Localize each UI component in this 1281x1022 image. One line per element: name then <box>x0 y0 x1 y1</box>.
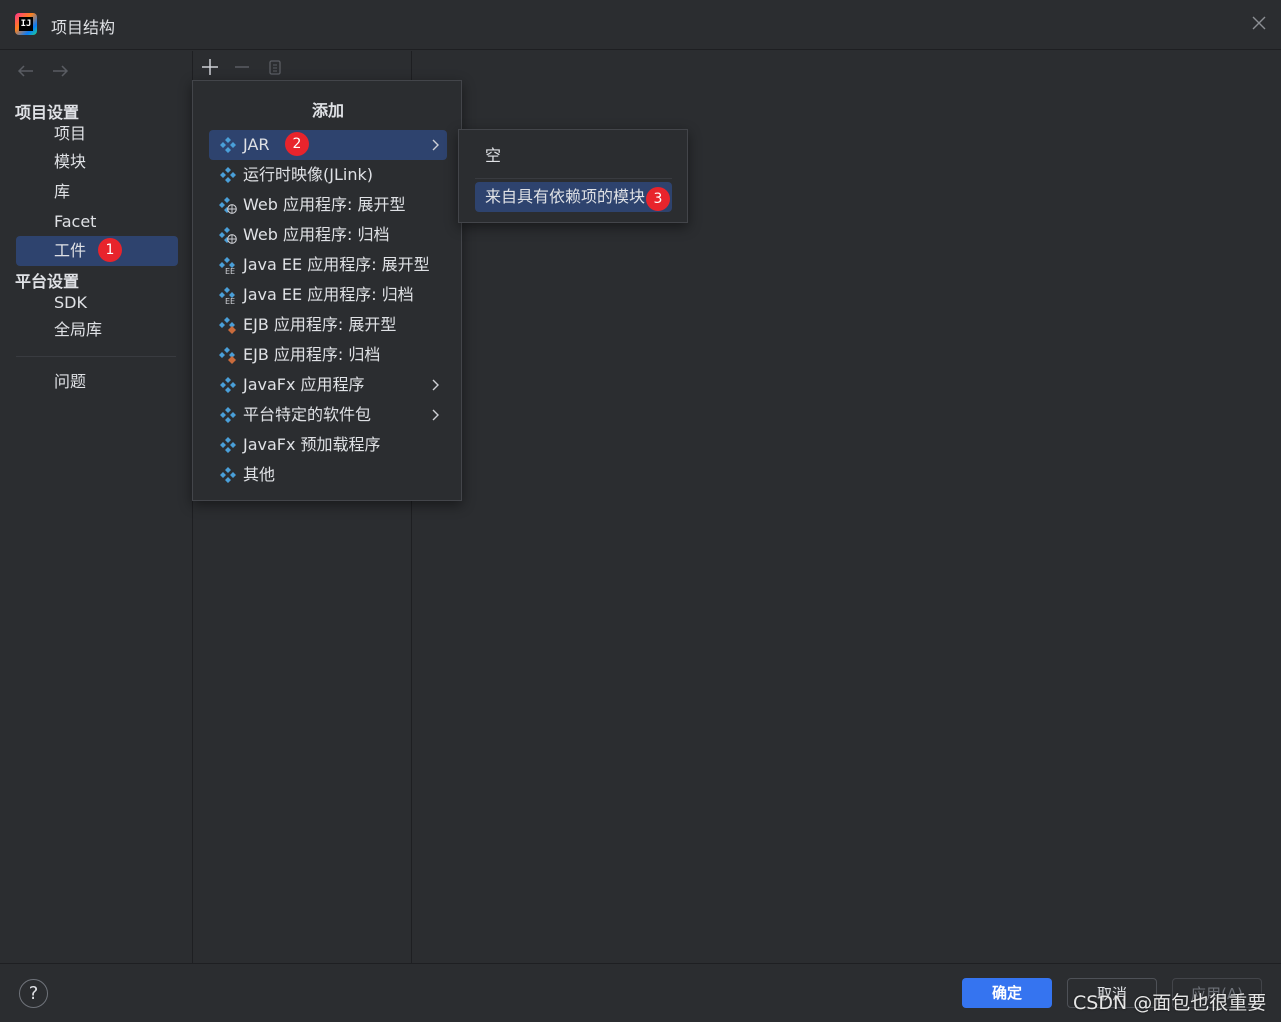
add-icon[interactable] <box>200 57 220 77</box>
window-title: 项目结构 <box>51 18 116 37</box>
diamond-icon <box>220 167 236 183</box>
forward-arrow-icon[interactable] <box>50 61 70 81</box>
menu-item-label: Java EE 应用程序: 展开型 <box>243 255 430 274</box>
diamond-icon <box>220 467 236 483</box>
menu-item-javafx-app[interactable]: JavaFx 应用程序 <box>209 370 447 400</box>
menu-item-javafx-preloader[interactable]: JavaFx 预加载程序 <box>209 430 447 460</box>
sidebar-item-label: SDK <box>54 293 87 312</box>
diamond-icon <box>220 377 236 393</box>
sidebar-item-label: 工件 <box>54 241 87 260</box>
sidebar-item-label: 模块 <box>54 152 87 171</box>
sidebar-item-artifacts[interactable]: 工件 1 <box>16 236 178 266</box>
chevron-right-icon <box>432 409 439 421</box>
menu-item-jlink[interactable]: 运行时映像(JLink) <box>209 160 447 190</box>
web-diamond-icon <box>219 227 237 244</box>
menu-item-label: 运行时映像(JLink) <box>243 165 373 184</box>
ok-button[interactable]: 确定 <box>962 978 1052 1008</box>
diamond-icon <box>220 407 236 423</box>
javaee-diamond-icon: EE <box>219 257 235 274</box>
submenu-separator <box>475 178 672 179</box>
sidebar-item-project[interactable]: 项目 <box>16 119 178 149</box>
menu-item-label: Java EE 应用程序: 归档 <box>243 285 414 304</box>
sidebar-item-problems[interactable]: 问题 <box>16 367 178 397</box>
step-badge: 2 <box>285 132 309 156</box>
chevron-right-icon <box>432 379 439 391</box>
help-button[interactable]: ? <box>19 979 48 1008</box>
popup-title: 添加 <box>311 101 344 120</box>
menu-item-label: Web 应用程序: 归档 <box>243 225 390 244</box>
menu-item-ejb-exploded[interactable]: EJB 应用程序: 展开型 <box>209 310 447 340</box>
menu-item-label: JavaFx 预加载程序 <box>243 435 381 454</box>
title-bar: IJ 项目结构 <box>0 0 1281 50</box>
sidebar-item-label: 问题 <box>54 372 87 391</box>
javaee-diamond-icon: EE <box>219 287 235 304</box>
submenu-item-from-modules[interactable]: 来自具有依赖项的模块 3 <box>475 182 672 212</box>
chevron-right-icon <box>432 139 439 151</box>
sidebar-item-facet[interactable]: Facet <box>16 207 178 237</box>
add-popup-menu: 添加 JAR 2 运行时映像(JLink) Web 应用程序: 展开型 Web … <box>192 80 462 501</box>
back-arrow-icon[interactable] <box>16 61 36 81</box>
sidebar: 项目设置 项目 模块 库 Facet 工件 1 平台设置 SDK 全局库 问题 <box>0 51 192 963</box>
watermark: CSDN @面包也很重要 <box>1073 992 1267 1014</box>
diamond-icon <box>220 437 236 453</box>
menu-item-label: EJB 应用程序: 归档 <box>243 345 381 364</box>
menu-item-label: Web 应用程序: 展开型 <box>243 195 406 214</box>
menu-item-platform-package[interactable]: 平台特定的软件包 <box>209 400 447 430</box>
menu-item-label: JavaFx 应用程序 <box>243 375 365 394</box>
submenu-item-label: 空 <box>485 146 502 165</box>
svg-text:EE: EE <box>225 297 235 304</box>
diamond-icon <box>220 137 236 153</box>
submenu-item-label: 来自具有依赖项的模块 <box>485 187 646 206</box>
sidebar-item-label: 全局库 <box>54 320 103 339</box>
ejb-diamond-icon <box>219 347 236 364</box>
remove-icon[interactable] <box>232 57 252 77</box>
sidebar-item-sdk[interactable]: SDK <box>16 288 178 318</box>
menu-item-label: JAR <box>243 135 270 154</box>
menu-item-javaee-archive[interactable]: EE Java EE 应用程序: 归档 <box>209 280 447 310</box>
close-icon[interactable] <box>1251 15 1267 31</box>
sidebar-item-label: Facet <box>54 212 97 231</box>
logo-text: IJ <box>19 17 33 31</box>
intellij-logo-icon: IJ <box>15 13 37 35</box>
menu-item-ejb-archive[interactable]: EJB 应用程序: 归档 <box>209 340 447 370</box>
menu-item-label: EJB 应用程序: 展开型 <box>243 315 397 334</box>
submenu-item-empty[interactable]: 空 <box>475 141 672 171</box>
jar-submenu: 空 来自具有依赖项的模块 3 <box>458 129 688 223</box>
menu-item-other[interactable]: 其他 <box>209 460 447 490</box>
menu-item-label: 其他 <box>243 465 276 484</box>
sidebar-item-label: 项目 <box>54 124 87 143</box>
web-diamond-icon <box>219 197 237 214</box>
step-badge: 1 <box>98 238 122 262</box>
sidebar-divider <box>16 356 176 357</box>
sidebar-item-modules[interactable]: 模块 <box>16 147 178 177</box>
sidebar-item-global-libraries[interactable]: 全局库 <box>16 315 178 345</box>
sidebar-item-label: 库 <box>54 182 71 201</box>
copy-icon[interactable] <box>265 57 285 77</box>
menu-item-jar[interactable]: JAR 2 <box>209 130 447 160</box>
svg-text:EE: EE <box>225 267 235 274</box>
menu-item-javaee-exploded[interactable]: EE Java EE 应用程序: 展开型 <box>209 250 447 280</box>
menu-item-web-exploded[interactable]: Web 应用程序: 展开型 <box>209 190 447 220</box>
menu-item-label: 平台特定的软件包 <box>243 405 372 424</box>
menu-item-web-archive[interactable]: Web 应用程序: 归档 <box>209 220 447 250</box>
ejb-diamond-icon <box>219 317 236 334</box>
sidebar-item-libraries[interactable]: 库 <box>16 177 178 207</box>
step-badge: 3 <box>646 187 670 211</box>
